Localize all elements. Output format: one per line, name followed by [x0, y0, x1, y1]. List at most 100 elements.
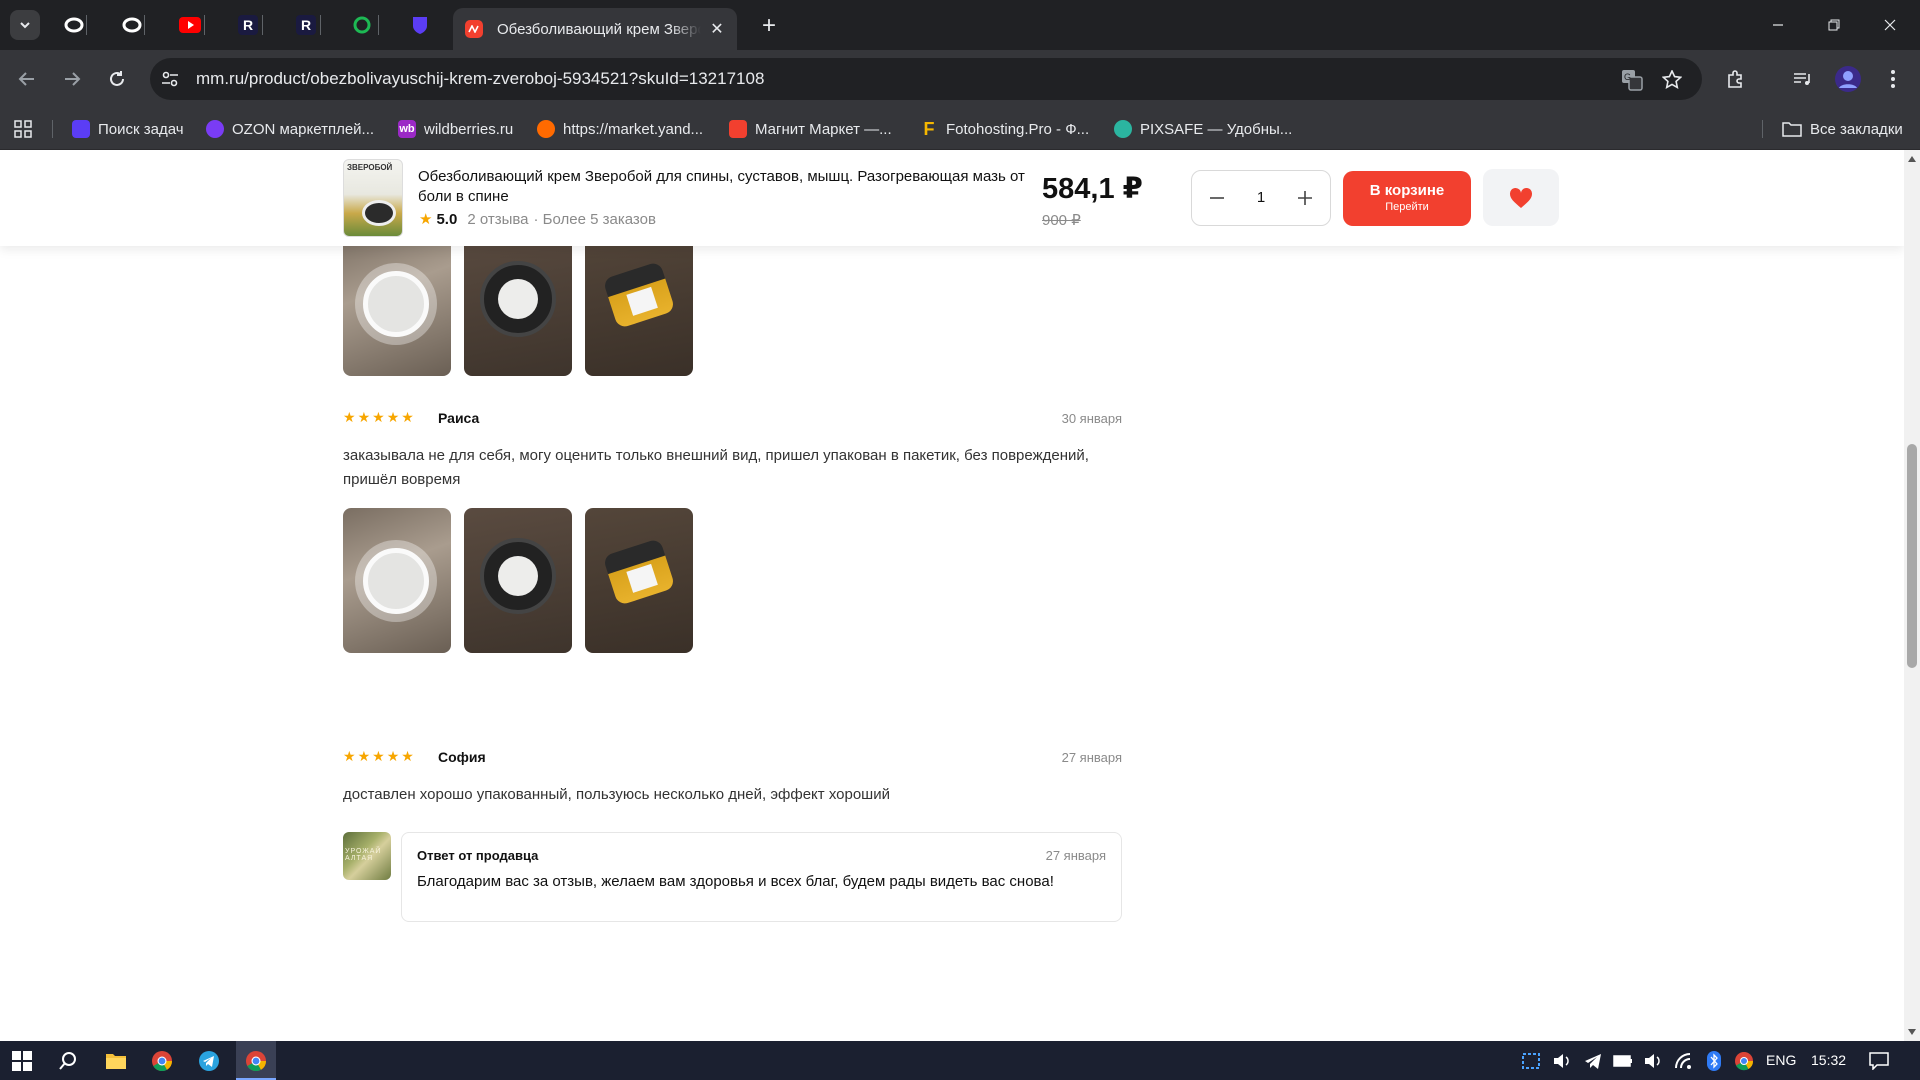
playlist-icon	[1794, 73, 1810, 85]
review-photo[interactable]	[343, 231, 451, 376]
favorite-button[interactable]	[1483, 169, 1559, 226]
bookmark-item[interactable]: F Fotohosting.Pro - Ф...	[920, 117, 1090, 141]
bookmark-item[interactable]: Магнит Маркет —...	[729, 117, 892, 141]
pinned-tab-opera[interactable]	[60, 11, 88, 39]
tab-separator	[144, 15, 145, 35]
tab-separator	[262, 15, 263, 35]
review-photo[interactable]	[464, 231, 572, 376]
star-icon: ★	[343, 748, 356, 764]
pixsafe-icon	[1114, 120, 1132, 138]
telegram-icon	[1585, 1054, 1601, 1069]
star-icon: ★	[357, 409, 371, 425]
pinned-tab-r-2[interactable]: R	[292, 11, 320, 39]
restore-button[interactable]	[1814, 10, 1854, 40]
review-photos	[343, 508, 693, 653]
notifications-button[interactable]	[1866, 1048, 1892, 1074]
volume-button[interactable]	[1549, 1048, 1575, 1074]
pinned-tab-youtube[interactable]	[176, 11, 204, 39]
apps-button[interactable]	[14, 117, 32, 141]
arrow-right-icon	[65, 72, 81, 86]
star-icon: ★	[372, 748, 385, 764]
r-logo-icon: R	[238, 15, 258, 35]
magnit-market-favicon-icon	[465, 20, 483, 38]
snip-tool-button[interactable]	[1518, 1048, 1544, 1074]
speaker-icon	[1554, 1054, 1569, 1068]
reload-button[interactable]	[102, 64, 132, 94]
tab-strip: R R Обезболивающий крем Зверобой для спи…	[0, 0, 1920, 50]
review-header: ★ ★ ★ ★ ★ Раиса 30 января	[343, 408, 1122, 428]
telegram-tray-button[interactable]	[1580, 1048, 1606, 1074]
magnit-icon	[729, 120, 747, 138]
scrollbar-thumb[interactable]	[1907, 444, 1917, 668]
site-info-icon[interactable]	[160, 69, 180, 89]
chrome-menu-button[interactable]	[1878, 64, 1908, 94]
pinned-tab-opera-2[interactable]	[118, 11, 146, 39]
seller-reply: Ответ от продавца 27 января Благодарим в…	[401, 832, 1122, 922]
decrease-quantity-button[interactable]	[1202, 183, 1232, 213]
bluetooth-button[interactable]	[1701, 1048, 1727, 1074]
wifi-button[interactable]	[1671, 1048, 1697, 1074]
start-button[interactable]	[9, 1048, 35, 1074]
star-outline-icon	[1662, 70, 1682, 89]
quantity-value[interactable]: 1	[1242, 189, 1280, 206]
review-photo[interactable]	[585, 508, 693, 653]
extensions-button[interactable]	[1721, 64, 1751, 94]
product-thumbnail[interactable]: ЗВЕРОБОЙ	[343, 159, 403, 237]
r-logo-icon: R	[296, 15, 316, 35]
in-cart-button[interactable]: В корзине Перейти	[1343, 171, 1471, 226]
product-title: Обезболивающий крем Зверобой для спины, …	[418, 168, 1025, 205]
new-tab-button[interactable]: +	[756, 12, 782, 40]
battery-button[interactable]	[1610, 1048, 1636, 1074]
increase-quantity-button[interactable]	[1290, 183, 1320, 213]
forward-button[interactable]	[57, 64, 87, 94]
review-photo[interactable]	[585, 231, 693, 376]
telegram-icon	[199, 1051, 219, 1071]
reviews-count-link[interactable]: 2 отзыва	[467, 211, 528, 228]
bookmark-star-button[interactable]	[1660, 68, 1684, 92]
minimize-button[interactable]	[1758, 10, 1798, 40]
pinned-tab-r[interactable]: R	[234, 11, 262, 39]
search-button[interactable]	[55, 1048, 81, 1074]
bookmark-item[interactable]: https://market.yand...	[537, 117, 703, 141]
url-text[interactable]: mm.ru/product/obezbolivayuschij-krem-zve…	[196, 69, 764, 89]
language-indicator[interactable]: ENG	[1766, 1052, 1796, 1068]
review-photo[interactable]	[464, 508, 572, 653]
page-scrollbar[interactable]	[1904, 150, 1920, 1041]
translate-button[interactable]: G	[1620, 68, 1644, 92]
file-explorer-button[interactable]	[103, 1048, 129, 1074]
bookmark-item[interactable]: PIXSAFE — Удобны...	[1114, 117, 1292, 141]
pinned-tab-green-ring[interactable]	[348, 11, 376, 39]
all-bookmarks-button[interactable]: Все закладки	[1782, 117, 1903, 141]
bluetooth-icon	[1707, 1051, 1721, 1071]
active-tab[interactable]: Обезболивающий крем Зверобой для спины, …	[453, 8, 737, 50]
profile-button[interactable]	[1833, 64, 1863, 94]
bookmark-item[interactable]: Поиск задач	[72, 117, 184, 141]
address-bar[interactable]: mm.ru/product/obezbolivayuschij-krem-zve…	[150, 58, 1702, 100]
sound-tray-button[interactable]	[1640, 1048, 1666, 1074]
media-controls-button[interactable]	[1787, 64, 1817, 94]
clock[interactable]: 15:32	[1811, 1052, 1846, 1068]
tab-separator	[204, 15, 205, 35]
scroll-down-icon[interactable]	[1908, 1029, 1916, 1035]
chrome-taskbar-button[interactable]	[149, 1048, 175, 1074]
close-tab-icon[interactable]: ✕	[709, 19, 725, 39]
review-date: 27 января	[1061, 750, 1122, 765]
star-icon: ★	[401, 748, 414, 764]
bookmark-item[interactable]: OZON маркетплей...	[206, 117, 374, 141]
chrome-active-button[interactable]	[243, 1048, 269, 1074]
pinned-tab-shield[interactable]	[406, 11, 434, 39]
review-photo[interactable]	[343, 508, 451, 653]
bookmark-item[interactable]: wb wildberries.ru	[398, 117, 513, 141]
close-window-button[interactable]	[1870, 10, 1910, 40]
telegram-button[interactable]	[196, 1048, 222, 1074]
scroll-up-icon[interactable]	[1908, 156, 1916, 162]
bookmarks-separator	[1762, 120, 1763, 138]
screen-capture-icon	[1522, 1053, 1540, 1069]
speaker-icon	[1645, 1054, 1660, 1068]
tab-search-button[interactable]	[10, 10, 40, 40]
star-icon: ★	[343, 409, 356, 425]
chrome-tray-button[interactable]	[1731, 1048, 1757, 1074]
back-button[interactable]	[12, 64, 42, 94]
bookmark-label: Магнит Маркет —...	[755, 120, 892, 138]
review-author: Раиса	[438, 410, 480, 426]
